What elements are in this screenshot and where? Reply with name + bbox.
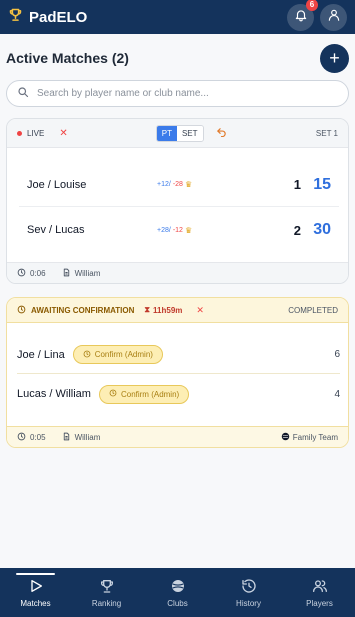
profile-button[interactable] — [320, 3, 347, 31]
trophy-icon — [8, 7, 23, 27]
current-score[interactable]: 15 — [301, 176, 331, 194]
team-row[interactable]: Joe / Louise +12/ -28 ♛ 1 15 — [19, 163, 339, 207]
pending-team-row: Joe / Lina Confirm (Admin) 6 — [17, 336, 340, 374]
confirm-label: Confirm (Admin) — [94, 350, 153, 359]
timer-value: 11h59m — [153, 305, 183, 315]
history-icon — [241, 578, 257, 596]
team-name: Sev / Lucas — [27, 224, 85, 236]
top-bar: PadELO 6 — [0, 0, 355, 34]
team-name: Joe / Louise — [27, 178, 87, 191]
live-match-footer: 0:06 William — [7, 262, 348, 283]
pending-status: AWAITING CONFIRMATION — [31, 305, 135, 315]
page-header: Active Matches (2) + — [6, 43, 349, 73]
nav-clubs[interactable]: Clubs — [142, 568, 213, 617]
nav-label: Ranking — [91, 598, 122, 608]
users-icon — [312, 578, 328, 596]
page-title: Active Matches (2) — [6, 50, 129, 66]
cancel-match-icon[interactable]: ✕ — [59, 128, 67, 139]
sets-won: 2 — [293, 222, 301, 238]
bell-icon — [294, 8, 308, 27]
elo-loss: -12 — [172, 226, 183, 234]
confirm-admin-button[interactable]: Confirm (Admin) — [98, 384, 190, 404]
pending-team-row: Lucas / William Confirm (Admin) 4 — [17, 375, 340, 413]
current-score[interactable]: 30 — [301, 221, 331, 239]
clock-icon — [17, 305, 26, 316]
team-name: Joe / Lina — [17, 348, 65, 361]
document-icon — [62, 432, 71, 443]
club-tag: Family Team — [281, 432, 338, 443]
bottom-nav: Matches Ranking Clubs History Players — [0, 568, 355, 617]
play-icon — [28, 578, 44, 596]
pending-match-card[interactable]: AWAITING CONFIRMATION ⧗ 11h59m ✕ COMPLET… — [6, 297, 349, 448]
sets-won: 1 — [293, 177, 301, 192]
match-author: William — [74, 268, 101, 278]
brand[interactable]: PadELO — [8, 7, 87, 27]
hourglass-icon: ⧗ — [144, 305, 151, 314]
toggle-option-pt[interactable]: PT — [156, 125, 177, 141]
team-score: 4 — [334, 388, 340, 400]
elo-change: +28/ -12 ♛ — [157, 226, 247, 235]
elo-loss: -28 — [172, 181, 183, 188]
elo-change: +12/ -28 ♛ — [157, 180, 247, 189]
search-icon — [17, 85, 29, 103]
nav-matches[interactable]: Matches — [0, 568, 71, 617]
pending-match-header: AWAITING CONFIRMATION ⧗ 11h59m ✕ COMPLET… — [7, 298, 348, 323]
ball-icon — [170, 578, 186, 596]
notification-badge: 6 — [306, 0, 318, 11]
club-name: Family Team — [292, 432, 338, 442]
clock-icon — [109, 389, 117, 399]
app-title: PadELO — [29, 8, 88, 26]
set-label: SET 1 — [315, 128, 338, 138]
nav-label: History — [236, 598, 261, 608]
trophy-icon — [99, 578, 115, 596]
nav-label: Players — [306, 598, 333, 608]
crown-icon: ♛ — [184, 180, 193, 189]
undo-icon[interactable] — [216, 126, 227, 140]
live-dot-icon — [17, 130, 22, 136]
elo-gain: +28/ — [157, 226, 171, 234]
nav-label: Clubs — [167, 598, 188, 608]
clock-icon — [17, 432, 26, 443]
toggle-option-set[interactable]: SET — [176, 125, 203, 141]
clock-icon — [17, 268, 26, 279]
search-bar — [6, 80, 349, 107]
crown-icon: ♛ — [184, 225, 193, 235]
team-row[interactable]: Sev / Lucas +28/ -12 ♛ 2 30 — [19, 208, 339, 252]
pending-match-footer: 0:05 William Family Team — [7, 426, 348, 447]
plus-icon: + — [329, 48, 340, 68]
clock-icon — [83, 350, 91, 360]
search-input[interactable] — [37, 88, 338, 99]
confirm-admin-button[interactable]: Confirm (Admin) — [72, 345, 163, 364]
team-name: Lucas / William — [17, 388, 91, 400]
notifications-button[interactable]: 6 — [287, 0, 318, 31]
live-match-header: LIVE ✕ PT SET SET 1 — [7, 119, 348, 148]
match-duration: 0:06 — [30, 268, 46, 278]
nav-ranking[interactable]: Ranking — [71, 568, 142, 617]
add-match-button[interactable]: + — [320, 43, 349, 73]
confirm-label: Confirm (Admin) — [120, 389, 180, 399]
completed-label: COMPLETED — [288, 305, 338, 315]
team-score: 6 — [334, 349, 340, 360]
match-author: William — [74, 432, 101, 442]
nav-history[interactable]: History — [213, 568, 284, 617]
live-status: LIVE — [27, 128, 45, 138]
cancel-pending-icon[interactable]: ✕ — [196, 305, 204, 316]
elo-gain: +12/ — [157, 181, 171, 188]
document-icon — [62, 268, 71, 279]
nav-players[interactable]: Players — [284, 568, 355, 617]
nav-label: Matches — [20, 598, 51, 608]
match-duration: 0:05 — [30, 432, 46, 442]
confirmation-timer: ⧗ 11h59m — [144, 305, 182, 315]
user-icon — [327, 8, 341, 27]
score-mode-toggle: PT SET — [155, 124, 204, 142]
club-logo-icon — [281, 432, 290, 443]
live-match-card[interactable]: LIVE ✕ PT SET SET 1 Joe / Louise +12/ -2… — [6, 118, 349, 284]
